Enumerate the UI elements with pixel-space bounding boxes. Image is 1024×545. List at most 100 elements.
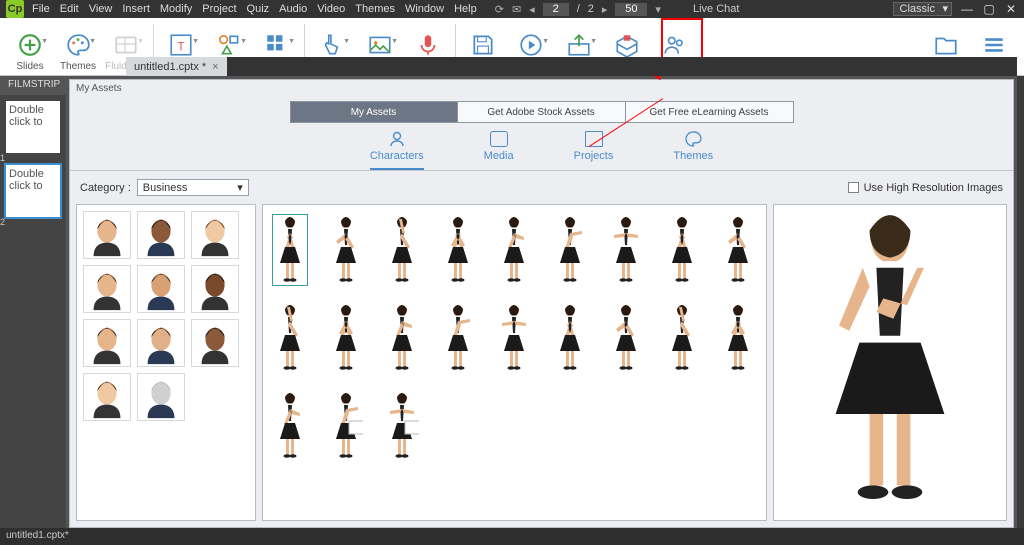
character-head[interactable] xyxy=(137,319,185,367)
character-head[interactable] xyxy=(83,319,131,367)
character-pose[interactable] xyxy=(721,215,755,285)
category-select[interactable]: Business▾ xyxy=(137,179,249,196)
menu-modify[interactable]: Modify xyxy=(160,3,192,15)
character-head[interactable] xyxy=(137,373,185,421)
menu-window[interactable]: Window xyxy=(405,3,444,15)
page-sep: / xyxy=(577,3,580,15)
character-head[interactable] xyxy=(191,319,239,367)
character-pose[interactable] xyxy=(329,391,363,461)
sync-icon[interactable]: ⟳ xyxy=(495,3,504,16)
character-head[interactable] xyxy=(191,265,239,313)
character-pose[interactable] xyxy=(609,215,643,285)
menu-edit[interactable]: Edit xyxy=(60,3,79,15)
character-pose[interactable] xyxy=(553,303,587,373)
themes-button[interactable]: ▼Themes xyxy=(54,20,102,72)
characters-icon xyxy=(388,131,406,147)
menu-audio[interactable]: Audio xyxy=(279,3,307,15)
character-pose[interactable] xyxy=(385,391,419,461)
character-preview xyxy=(773,204,1007,521)
menu-file[interactable]: File xyxy=(32,3,50,15)
character-head[interactable] xyxy=(191,211,239,259)
mail-icon[interactable]: ✉ xyxy=(512,3,521,16)
chevron-down-icon: ▾ xyxy=(237,181,243,194)
tab-themes[interactable]: Themes xyxy=(673,131,713,170)
character-pose[interactable] xyxy=(441,215,475,285)
next-page-icon[interactable]: ▸ xyxy=(602,3,608,16)
svg-text:T: T xyxy=(177,39,184,53)
slides-button[interactable]: ▼Slides xyxy=(6,20,54,72)
themes-icon xyxy=(684,131,702,147)
main-menu: File Edit View Insert Modify Project Qui… xyxy=(32,3,477,15)
character-head[interactable] xyxy=(137,211,185,259)
tab-projects[interactable]: Projects xyxy=(574,131,614,170)
character-pose[interactable] xyxy=(553,215,587,285)
titlebar-right: Classic — ▢ ✕ xyxy=(893,2,1018,16)
galleries xyxy=(70,204,1013,527)
window-close-icon[interactable]: ✕ xyxy=(1004,3,1018,15)
slide-thumb-1[interactable]: Double click to1 xyxy=(6,101,60,153)
zoom-value[interactable]: 50 xyxy=(615,3,647,16)
character-pose[interactable] xyxy=(609,303,643,373)
type-tabs: Characters Media Projects Themes xyxy=(70,131,1013,171)
character-pose[interactable] xyxy=(721,303,755,373)
preview-figure xyxy=(805,210,975,516)
character-heads-gallery xyxy=(76,204,256,521)
character-pose[interactable] xyxy=(329,215,363,285)
window-max-icon[interactable]: ▢ xyxy=(982,3,996,15)
tab-media[interactable]: Media xyxy=(484,131,514,170)
layout-selector[interactable]: Classic xyxy=(893,2,952,16)
filter-row: Category : Business▾ Use High Resolution… xyxy=(70,171,1013,204)
menu-help[interactable]: Help xyxy=(454,3,477,15)
page-total: 2 xyxy=(588,3,594,15)
window-min-icon[interactable]: — xyxy=(960,3,974,15)
menu-insert[interactable]: Insert xyxy=(122,3,150,15)
character-pose[interactable] xyxy=(273,391,307,461)
character-pose[interactable] xyxy=(665,303,699,373)
source-tabs: My Assets Get Adobe Stock Assets Get Fre… xyxy=(70,101,1013,123)
titlebar-center: ⟳ ✉ ◂ 2 / 2 ▸ 50 ▾ Live Chat xyxy=(495,3,740,16)
page-current[interactable]: 2 xyxy=(543,3,569,16)
tab-characters[interactable]: Characters xyxy=(370,131,424,170)
slide-thumb-2[interactable]: Double click to2 xyxy=(6,165,60,217)
live-chat[interactable]: Live Chat xyxy=(693,3,739,15)
menu-project[interactable]: Project xyxy=(202,3,236,15)
character-pose[interactable] xyxy=(497,215,531,285)
character-pose[interactable] xyxy=(273,303,307,373)
tab-my-assets[interactable]: My Assets xyxy=(290,101,458,123)
close-tab-icon[interactable]: × xyxy=(212,61,218,73)
right-dock[interactable] xyxy=(1017,76,1024,528)
menu-quiz[interactable]: Quiz xyxy=(247,3,270,15)
menu-video[interactable]: Video xyxy=(317,3,345,15)
media-icon xyxy=(490,131,508,147)
character-pose[interactable] xyxy=(497,303,531,373)
zoom-dd-icon[interactable]: ▾ xyxy=(655,3,661,16)
status-bar: untitled1.cptx* xyxy=(0,528,1024,545)
filmstrip: FILMSTRIP Double click to1 Double click … xyxy=(0,76,66,528)
app-logo: Cp xyxy=(6,0,24,18)
character-pose[interactable] xyxy=(385,303,419,373)
filmstrip-tab[interactable]: FILMSTRIP xyxy=(0,76,68,95)
prev-page-icon[interactable]: ◂ xyxy=(529,3,535,16)
document-tab[interactable]: untitled1.cptx *× xyxy=(126,57,227,76)
category-label: Category : xyxy=(80,182,131,194)
character-pose[interactable] xyxy=(441,303,475,373)
tab-adobe-stock[interactable]: Get Adobe Stock Assets xyxy=(458,101,626,123)
menu-themes[interactable]: Themes xyxy=(355,3,395,15)
panel-title: My Assets xyxy=(70,80,1013,97)
title-bar: Cp File Edit View Insert Modify Project … xyxy=(0,0,1024,18)
center-pane: untitled1.cptx *× My Assets My Assets Ge… xyxy=(66,76,1017,528)
character-pose[interactable] xyxy=(665,215,699,285)
character-head[interactable] xyxy=(83,373,131,421)
character-pose[interactable] xyxy=(329,303,363,373)
character-pose[interactable] xyxy=(385,215,419,285)
menu-view[interactable]: View xyxy=(89,3,113,15)
character-poses-gallery xyxy=(262,204,767,521)
character-pose[interactable] xyxy=(273,215,307,285)
assets-panel: My Assets My Assets Get Adobe Stock Asse… xyxy=(69,79,1014,528)
character-head[interactable] xyxy=(83,265,131,313)
checkbox-icon xyxy=(848,182,859,193)
work-area: FILMSTRIP Double click to1 Double click … xyxy=(0,76,1024,528)
character-head[interactable] xyxy=(83,211,131,259)
character-head[interactable] xyxy=(137,265,185,313)
hires-toggle[interactable]: Use High Resolution Images xyxy=(848,182,1003,194)
